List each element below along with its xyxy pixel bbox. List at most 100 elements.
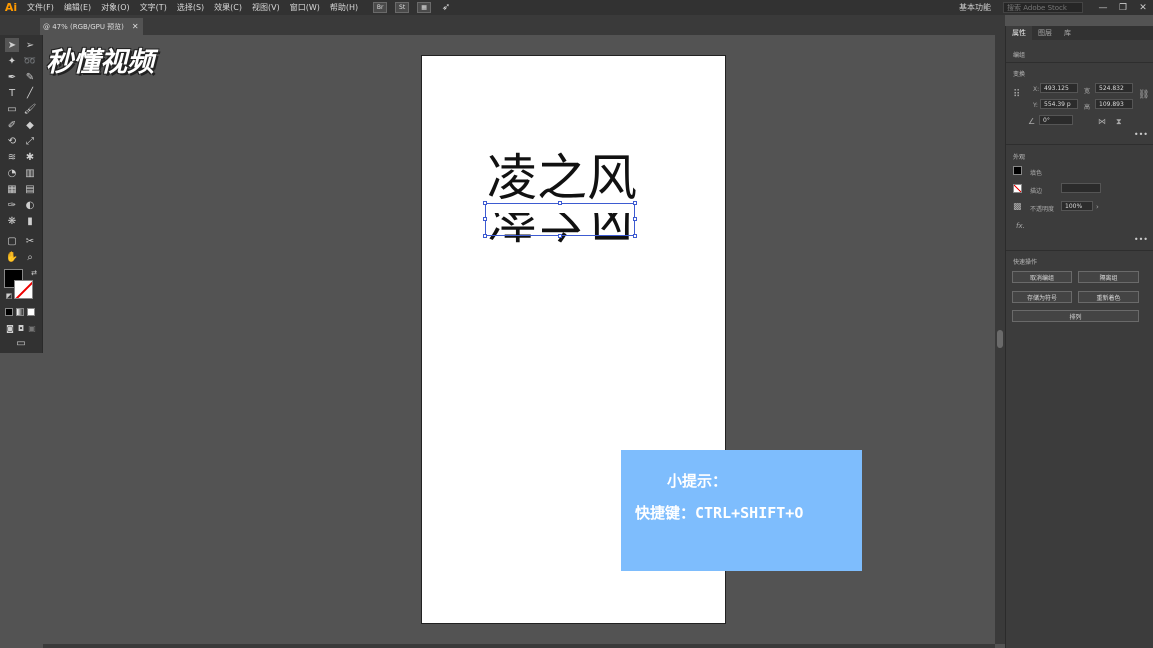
reference-point-icon[interactable]: ⠿: [1013, 89, 1020, 100]
horizontal-scrollbar[interactable]: [43, 644, 995, 648]
angle-field[interactable]: 0°: [1039, 115, 1073, 125]
shape-builder-tool-icon[interactable]: ◔: [5, 166, 19, 180]
workspace-switcher[interactable]: 基本功能: [959, 2, 991, 13]
gradient-tool-icon[interactable]: ▤: [23, 182, 37, 196]
artboard-tool-icon[interactable]: ▢: [5, 234, 19, 248]
blend-tool-icon[interactable]: ◐: [23, 198, 37, 212]
pen-tool-icon[interactable]: ✒: [5, 70, 19, 84]
resize-handle[interactable]: [483, 217, 487, 221]
resize-handle[interactable]: [483, 234, 487, 238]
minimize-button[interactable]: —: [1093, 3, 1113, 13]
menu-file[interactable]: 文件(F): [22, 2, 59, 13]
stroke-weight-field[interactable]: [1061, 183, 1101, 193]
fill-swatch[interactable]: [1013, 166, 1022, 175]
stock-search-input[interactable]: 搜索 Adobe Stock: [1003, 2, 1083, 13]
selection-bounding-box[interactable]: [483, 201, 637, 238]
menu-view[interactable]: 视图(V): [247, 2, 285, 13]
mesh-tool-icon[interactable]: ▦: [5, 182, 19, 196]
eraser-tool-icon[interactable]: ◆: [23, 118, 37, 132]
warp-tool-icon[interactable]: ≋: [5, 150, 19, 164]
none-mode-icon[interactable]: [27, 308, 35, 316]
opacity-field[interactable]: 100%: [1061, 201, 1093, 211]
gradient-mode-icon[interactable]: [16, 308, 24, 316]
arrange-button[interactable]: 排列: [1012, 310, 1139, 322]
menu-select[interactable]: 选择(S): [172, 2, 209, 13]
save-as-symbol-button[interactable]: 存储为符号: [1012, 291, 1072, 303]
x-label: X:: [1033, 86, 1040, 93]
tip-overlay: 小提示： 快捷键：CTRL+SHIFT+O: [621, 450, 862, 571]
paintbrush-tool-icon[interactable]: 🖌: [23, 102, 37, 116]
close-tab-icon[interactable]: ✕: [132, 22, 139, 31]
selection-tool-icon[interactable]: ➤: [5, 38, 19, 52]
puppet-warp-tool-icon[interactable]: ✱: [23, 150, 37, 164]
menu-help[interactable]: 帮助(H): [325, 2, 363, 13]
isolate-group-button[interactable]: 隔离组: [1078, 271, 1139, 283]
height-field[interactable]: 109.893: [1095, 99, 1133, 109]
resize-handle[interactable]: [558, 201, 562, 205]
gpu-rocket-icon[interactable]: ➶: [439, 2, 453, 13]
tab-layers[interactable]: 图层: [1032, 26, 1058, 40]
shaper-tool-icon[interactable]: ✐: [5, 118, 19, 132]
arrange-documents-icon[interactable]: ▦: [417, 2, 432, 13]
angle-icon: ∠: [1028, 117, 1036, 126]
menu-object[interactable]: 对象(O): [96, 2, 135, 13]
draw-inside-icon[interactable]: ▣: [25, 321, 39, 335]
chevron-right-icon[interactable]: ›: [1096, 203, 1099, 211]
hand-tool-icon[interactable]: ✋: [5, 250, 19, 264]
tab-properties[interactable]: 属性: [1006, 26, 1032, 40]
magic-wand-tool-icon[interactable]: ✦: [5, 54, 19, 68]
resize-handle[interactable]: [633, 201, 637, 205]
restore-button[interactable]: ❐: [1113, 3, 1133, 13]
screen-mode-icon[interactable]: ▭: [14, 336, 28, 350]
perspective-grid-tool-icon[interactable]: ▥: [23, 166, 37, 180]
stroke-color-swatch[interactable]: [14, 280, 33, 299]
slice-tool-icon[interactable]: ✂: [23, 234, 37, 248]
width-field[interactable]: 524.832: [1095, 83, 1133, 93]
resize-handle[interactable]: [633, 217, 637, 221]
direct-selection-tool-icon[interactable]: ➢: [23, 38, 37, 52]
x-field[interactable]: 493.125: [1040, 83, 1078, 93]
bridge-icon[interactable]: Br: [373, 2, 388, 13]
menu-bar: Ai 文件(F) 编辑(E) 对象(O) 文字(T) 选择(S) 效果(C) 视…: [0, 0, 1153, 15]
y-field[interactable]: 554.39 p: [1040, 99, 1078, 109]
ungroup-button[interactable]: 取消编组: [1012, 271, 1072, 283]
column-graph-tool-icon[interactable]: ▮: [23, 214, 37, 228]
zoom-tool-icon[interactable]: ⌕: [23, 250, 37, 264]
resize-handle[interactable]: [483, 201, 487, 205]
menu-edit[interactable]: 编辑(E): [59, 2, 96, 13]
scroll-thumb[interactable]: [997, 330, 1003, 348]
lasso-tool-icon[interactable]: ➿: [23, 54, 37, 68]
type-tool-icon[interactable]: T: [5, 86, 19, 100]
menu-type[interactable]: 文字(T): [135, 2, 172, 13]
fx-icon[interactable]: fx.: [1016, 222, 1025, 230]
stock-icon[interactable]: St: [395, 2, 410, 13]
close-button[interactable]: ✕: [1133, 3, 1153, 13]
document-tab-label: @ 47% (RGB/GPU 预览): [43, 22, 124, 31]
default-fill-stroke-icon[interactable]: ◩: [2, 289, 16, 303]
flip-vertical-icon[interactable]: ⧗: [1116, 117, 1122, 127]
stroke-swatch[interactable]: [1013, 184, 1022, 193]
vertical-scrollbar[interactable]: [995, 35, 1005, 644]
eyedropper-tool-icon[interactable]: ✑: [5, 198, 19, 212]
resize-handle[interactable]: [633, 234, 637, 238]
rotate-tool-icon[interactable]: ⟲: [5, 134, 19, 148]
text-object[interactable]: 凌之风: [487, 138, 637, 210]
curvature-tool-icon[interactable]: ✎: [23, 70, 37, 84]
rectangle-tool-icon[interactable]: ▭: [5, 102, 19, 116]
resize-handle[interactable]: [558, 234, 562, 238]
more-options-icon[interactable]: •••: [1134, 130, 1148, 139]
tab-libraries[interactable]: 库: [1058, 26, 1077, 40]
more-options-icon[interactable]: •••: [1134, 235, 1148, 244]
swap-fill-stroke-icon[interactable]: ⇄: [27, 266, 41, 280]
recolor-button[interactable]: 重新着色: [1078, 291, 1139, 303]
menu-effect[interactable]: 效果(C): [209, 2, 247, 13]
transform-label: 变换: [1013, 71, 1026, 78]
menu-window[interactable]: 窗口(W): [285, 2, 325, 13]
symbol-sprayer-tool-icon[interactable]: ❋: [5, 214, 19, 228]
document-tab[interactable]: @ 47% (RGB/GPU 预览) ✕: [40, 18, 143, 35]
line-tool-icon[interactable]: ╱: [23, 86, 37, 100]
scale-tool-icon[interactable]: ⤢: [23, 134, 37, 148]
flip-horizontal-icon[interactable]: ⋈: [1098, 117, 1106, 126]
color-mode-icon[interactable]: [5, 308, 13, 316]
constrain-proportions-icon[interactable]: ⛓: [1138, 90, 1149, 100]
